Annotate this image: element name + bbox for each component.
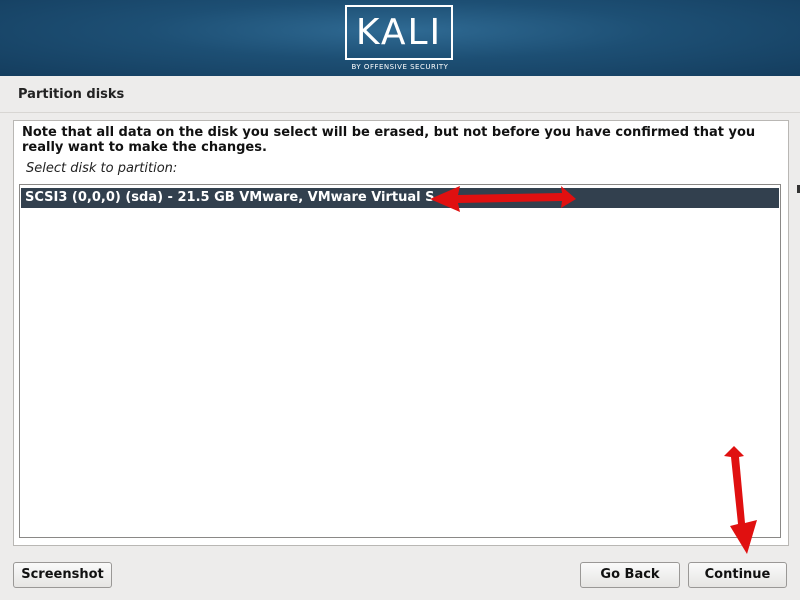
kali-logo: KALI [345, 5, 453, 60]
go-back-button[interactable]: Go Back [580, 562, 680, 588]
kali-header-banner: KALI BY OFFENSIVE SECURITY [0, 0, 800, 76]
title-divider [0, 112, 800, 113]
kali-logo-text: KALI [355, 12, 443, 53]
disk-item-sda[interactable]: SCSI3 (0,0,0) (sda) - 21.5 GB VMware, VM… [21, 188, 779, 208]
select-disk-prompt: Select disk to partition: [26, 161, 178, 176]
screenshot-button[interactable]: Screenshot [13, 562, 112, 588]
page-title: Partition disks [18, 87, 125, 102]
warning-note: Note that all data on the disk you selec… [22, 125, 756, 155]
disk-list[interactable]: SCSI3 (0,0,0) (sda) - 21.5 GB VMware, VM… [19, 184, 781, 538]
continue-button[interactable]: Continue [688, 562, 787, 588]
kali-logo-tagline: BY OFFENSIVE SECURITY [351, 63, 449, 71]
